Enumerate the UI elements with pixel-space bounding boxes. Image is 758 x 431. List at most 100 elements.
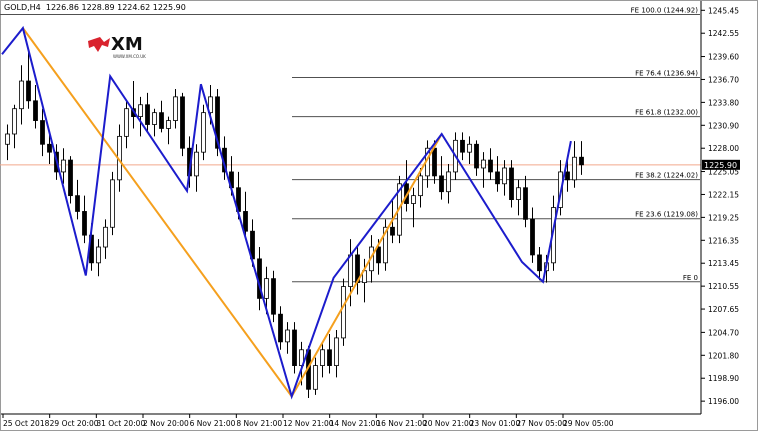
fib-level-label: FE 76.4 (1236.94) — [635, 70, 698, 78]
y-tick-label: 1236.70 — [708, 75, 739, 84]
candle — [516, 179, 521, 216]
candle — [152, 108, 157, 137]
candle — [138, 96, 143, 137]
candle — [383, 219, 388, 271]
candle — [110, 171, 115, 236]
candle — [509, 160, 514, 208]
candle — [33, 84, 38, 129]
y-tick-label: 1207.65 — [708, 305, 739, 314]
y-tick-label: 1242.55 — [708, 29, 739, 38]
x-tick-label: 8 Nov 21:00 — [236, 419, 282, 428]
xm-logo-mark: XM WWW.XM.CO.UK — [88, 34, 146, 59]
candle — [488, 148, 493, 180]
candle — [166, 116, 171, 145]
candle — [12, 104, 17, 149]
fib-level-label: FE 23.6 (1219.08) — [635, 211, 698, 219]
candle — [173, 88, 178, 129]
y-tick-label: 1239.60 — [708, 53, 739, 62]
x-tick-label: 23 Nov 01:00 — [470, 419, 521, 428]
y-tick-label: 1210.55 — [708, 282, 739, 291]
candle — [285, 322, 290, 354]
x-tick-label: 14 Nov 21:00 — [330, 419, 381, 428]
candle — [425, 140, 430, 188]
candle — [320, 341, 325, 378]
candle — [327, 333, 332, 374]
current-price-label: 1225.90 — [704, 161, 737, 170]
candle — [5, 124, 10, 161]
candle — [82, 195, 87, 244]
fib-level-label: FE 100.0 (1244.92) — [631, 6, 699, 14]
xm-logo-text: XM — [111, 34, 143, 55]
y-tick-label: 1196.00 — [708, 397, 739, 406]
candle — [271, 270, 276, 323]
candle — [159, 100, 164, 133]
candle — [530, 207, 535, 263]
candle — [96, 239, 101, 277]
y-tick-label: 1228.00 — [708, 144, 739, 153]
x-tick-label: 2 Nov 20:00 — [143, 419, 189, 428]
x-tick-label: 29 Nov 05:00 — [563, 419, 614, 428]
y-tick-label: 1219.25 — [708, 213, 739, 222]
candle — [355, 247, 360, 295]
y-tick-label: 1222.15 — [708, 190, 739, 199]
x-tick-label: 12 Nov 21:00 — [283, 419, 334, 428]
y-tick-label: 1204.70 — [708, 328, 739, 337]
candle — [313, 357, 318, 395]
candle — [523, 175, 528, 228]
candle — [467, 136, 472, 165]
candle — [103, 219, 108, 259]
x-tick-label: 20 Nov 21:00 — [423, 419, 474, 428]
candle — [68, 156, 73, 204]
y-tick-label: 1233.80 — [708, 98, 739, 107]
candle — [124, 100, 129, 149]
x-tick-label: 31 Oct 20:00 — [96, 419, 145, 428]
candle — [278, 306, 283, 350]
candle — [439, 156, 444, 200]
candle — [572, 141, 577, 188]
y-tick-label: 1230.90 — [708, 121, 739, 130]
candle — [411, 187, 416, 228]
price-axis[interactable]: 1245.45 1242.55 1239.60 1236.70 1233.80 1230.… — [701, 6, 739, 406]
candle — [131, 81, 136, 129]
candle — [495, 156, 500, 192]
fib-level-label: FE 38.2 (1224.02) — [635, 172, 698, 180]
y-tick-label: 1201.80 — [708, 351, 739, 360]
y-tick-label: 1213.45 — [708, 259, 739, 268]
candle — [460, 132, 465, 161]
price-chart: FE 100.0 (1244.92) FE 76.4 (1236.94) FE 61… — [0, 1, 740, 428]
fib-level-label: FE 0 — [683, 274, 698, 282]
y-tick-label: 1198.90 — [708, 374, 739, 383]
x-tick-label: 16 Nov 21:00 — [376, 419, 427, 428]
candle — [75, 179, 80, 220]
candle — [446, 164, 451, 204]
candle — [341, 278, 346, 346]
candle — [40, 108, 45, 157]
candle — [201, 104, 206, 161]
y-tick-label: 1216.35 — [708, 236, 739, 245]
candle — [474, 140, 479, 176]
fib-level-label: FE 61.8 (1232.00) — [635, 109, 698, 117]
candle — [194, 144, 199, 192]
x-tick-label: 27 Nov 05:00 — [516, 419, 567, 428]
candle — [334, 330, 339, 378]
candle — [404, 160, 409, 212]
x-tick-label: 6 Nov 21:00 — [190, 419, 236, 428]
xm-logo: XM WWW.XM.CO.UK — [86, 33, 158, 63]
xm-logo-tagline: WWW.XM.CO.UK — [113, 54, 146, 59]
candle — [180, 92, 185, 157]
candle — [145, 92, 150, 133]
candle — [481, 152, 486, 188]
symbol-ohlc-header: GOLD,H4 1226.86 1228.89 1224.62 1225.90 — [4, 3, 186, 12]
current-price-box: 1225.90 — [702, 159, 740, 170]
candle — [579, 141, 584, 175]
candle — [537, 247, 542, 281]
ohlc-values: 1226.86 1228.89 1224.62 1225.90 — [45, 3, 186, 12]
symbol-label: GOLD,H4 — [4, 3, 41, 12]
candle — [292, 322, 297, 374]
y-tick-label: 1245.45 — [708, 6, 739, 15]
x-tick-label: 25 Oct 2018 — [3, 419, 50, 428]
candle — [19, 65, 24, 125]
time-axis[interactable]: 25 Oct 2018 29 Oct 20:0031 Oct 20:002 Nov… — [2, 414, 614, 428]
candle — [502, 160, 507, 196]
x-tick-label: 29 Oct 20:00 — [50, 419, 99, 428]
